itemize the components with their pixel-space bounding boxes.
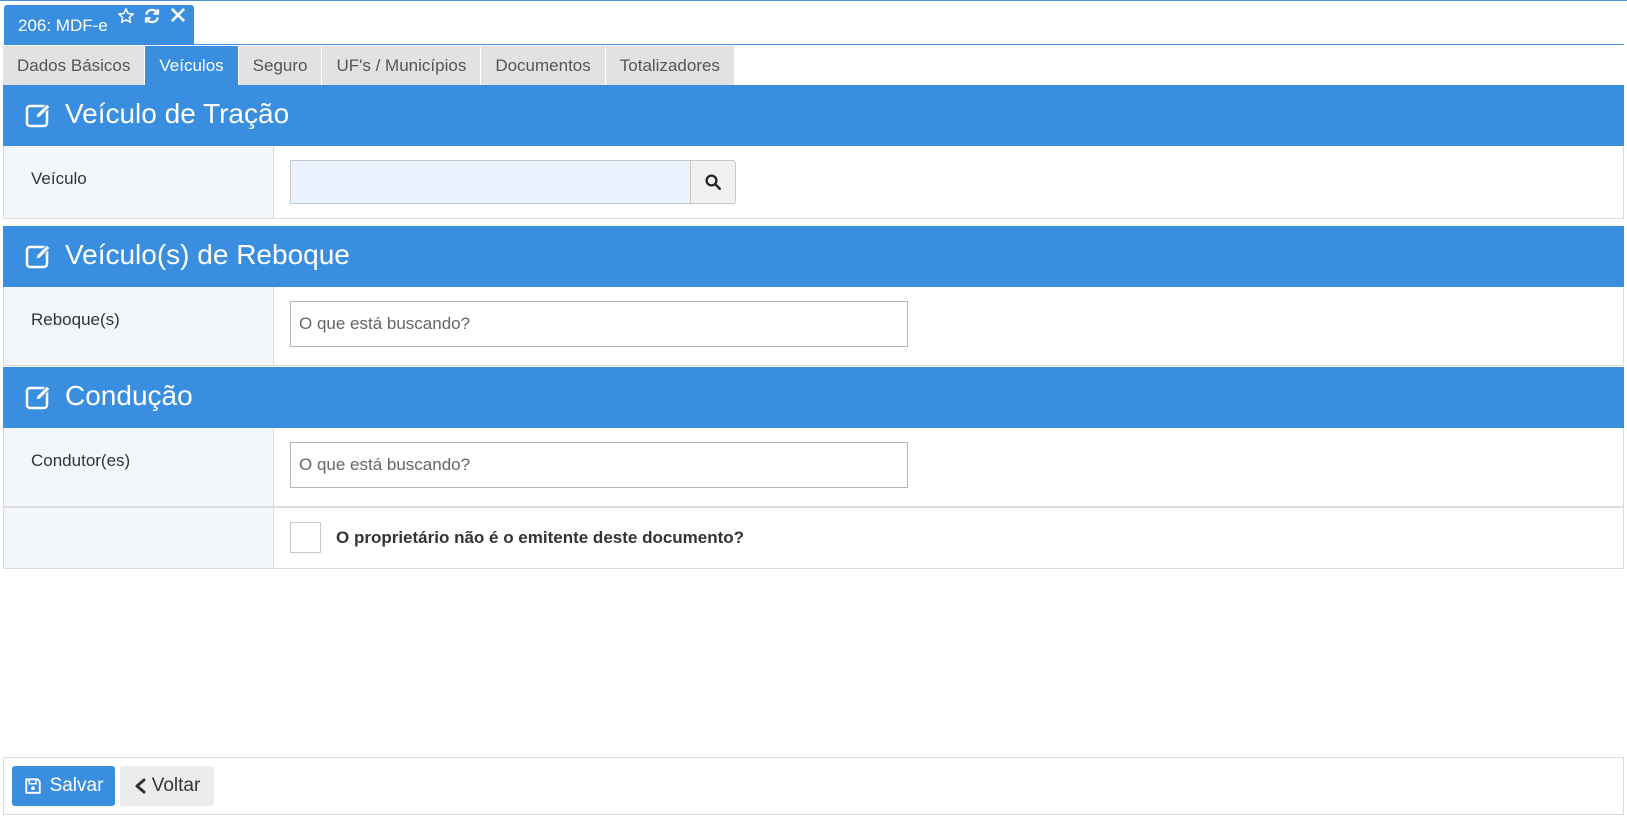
reboques-label: Reboque(s) — [31, 310, 120, 329]
label-cell: Condutor(es) — [4, 428, 274, 506]
row-reboques: Reboque(s) — [3, 287, 1624, 366]
section-title-tracao: Veículo de Tração — [65, 98, 290, 129]
top-border-line — [0, 0, 1627, 1]
label-cell: Reboque(s) — [4, 287, 274, 365]
footer-bar: Salvar Voltar — [3, 757, 1624, 815]
row-proprietario: O proprietário não é o emitente deste do… — [3, 507, 1624, 569]
search-icon — [705, 174, 721, 190]
edit-icon — [25, 242, 53, 270]
row-condutores: Condutor(es) — [3, 428, 1624, 507]
veiculo-input[interactable] — [290, 160, 690, 204]
floppy-disk-icon — [24, 778, 41, 794]
tab-documentos[interactable]: Documentos — [481, 46, 606, 85]
star-icon[interactable] — [116, 5, 136, 27]
document-tab-title: 206: MDF-e — [18, 16, 108, 35]
tab-ufs-municipios[interactable]: UF's / Municípios — [322, 46, 482, 85]
section-title-conducao: Condução — [65, 380, 193, 411]
tab-bar: Dados Básicos Veículos Seguro UF's / Mun… — [3, 46, 735, 85]
label-cell: Veículo — [4, 146, 274, 218]
document-tab[interactable]: 206: MDF-e — [4, 5, 194, 45]
label-cell — [4, 508, 274, 568]
veiculo-label: Veículo — [31, 169, 87, 188]
tab-underline — [194, 44, 1624, 45]
row-veiculo: Veículo — [3, 146, 1624, 219]
section-header-reboque: Veículo(s) de Reboque — [3, 226, 1624, 287]
save-button-label: Salvar — [49, 775, 104, 796]
chevron-left-icon — [135, 778, 146, 794]
reboques-search-input[interactable] — [290, 301, 908, 347]
edit-icon — [25, 101, 53, 129]
section-header-conducao: Condução — [3, 367, 1624, 428]
section-header-tracao: Veículo de Tração — [3, 85, 1624, 146]
close-icon[interactable] — [168, 5, 188, 27]
tab-totalizadores[interactable]: Totalizadores — [605, 46, 735, 85]
edit-icon — [25, 383, 53, 411]
tab-dados-basicos[interactable]: Dados Básicos — [3, 46, 146, 85]
proprietario-checkbox[interactable] — [290, 522, 321, 553]
back-button-label: Voltar — [151, 775, 201, 796]
condutores-search-input[interactable] — [290, 442, 908, 488]
tab-veiculos[interactable]: Veículos — [145, 46, 239, 85]
tab-seguro[interactable]: Seguro — [238, 46, 323, 85]
veiculo-input-group — [290, 160, 736, 204]
section-title-reboque: Veículo(s) de Reboque — [65, 239, 350, 270]
save-button[interactable]: Salvar — [12, 766, 115, 806]
back-button[interactable]: Voltar — [120, 766, 214, 806]
refresh-icon[interactable] — [142, 5, 162, 27]
veiculo-search-button[interactable] — [690, 160, 736, 204]
proprietario-label[interactable]: O proprietário não é o emitente deste do… — [336, 528, 744, 548]
condutores-label: Condutor(es) — [31, 451, 131, 470]
